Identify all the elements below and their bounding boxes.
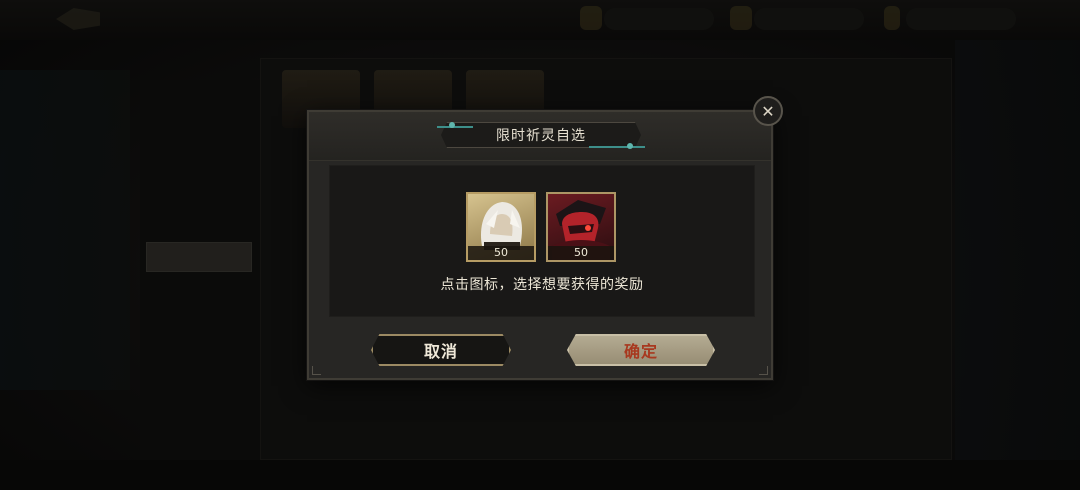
frame-corner — [312, 366, 321, 375]
dialog-title: 限时祈灵自选 — [496, 128, 586, 144]
selection-hint: 点击图标，选择想要获得的奖励 — [440, 277, 644, 293]
reward-count: 50 — [468, 246, 534, 260]
reward-option-1[interactable]: 50 — [466, 192, 536, 262]
reward-content-box: 50 50 点击图标，选择想要获得的奖励 — [329, 165, 755, 317]
confirm-button[interactable]: 确定 — [567, 334, 715, 366]
reward-option-2[interactable]: 50 — [546, 192, 616, 262]
close-button[interactable]: ✕ — [753, 96, 783, 126]
close-icon: ✕ — [761, 101, 775, 121]
game-screen: 限时祈灵自选 50 50 点击图标，选择想要获得的奖励 取消 确定 ✕ — [0, 0, 1080, 490]
reward-select-dialog: 限时祈灵自选 50 50 点击图标，选择想要获得的奖励 取消 确定 — [307, 110, 773, 380]
dialog-header: 限时祈灵自选 — [309, 112, 771, 161]
title-ornament-right — [589, 146, 645, 148]
cancel-button[interactable]: 取消 — [371, 334, 511, 366]
reward-count: 50 — [548, 246, 614, 260]
frame-corner — [759, 366, 768, 375]
